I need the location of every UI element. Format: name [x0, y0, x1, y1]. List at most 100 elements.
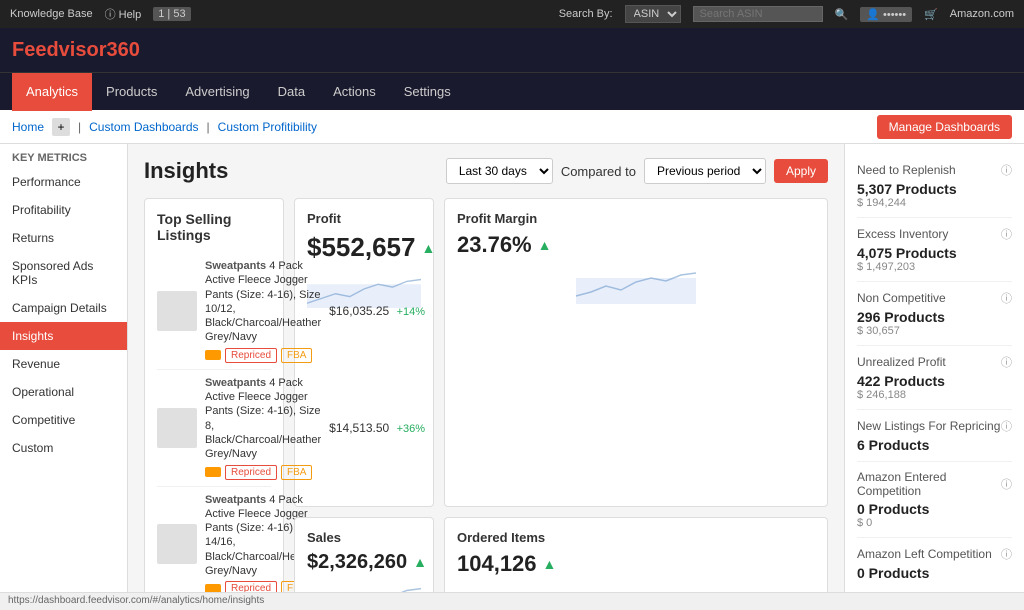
insight-amazon-entered-title: Amazon Entered Competition ⓘ	[857, 470, 1012, 498]
top-bar-right: Search By: ASIN 🔍 👤 •••••• 🛒 Amazon.com	[559, 5, 1014, 23]
listing-price: $14,513.50 +36%	[329, 421, 425, 435]
insight-excess-inventory[interactable]: Excess Inventory ⓘ 4,075 Products $ 1,49…	[857, 218, 1012, 282]
info-icon[interactable]: ⓘ	[1001, 354, 1012, 370]
sidebar-item-sponsored-ads[interactable]: Sponsored Ads KPIs	[0, 252, 127, 294]
listing-info: Sweatpants 4 Pack Active Fleece Jogger P…	[205, 376, 321, 480]
period-select[interactable]: Previous period	[644, 158, 766, 184]
date-range-select[interactable]: Last 30 days	[446, 158, 553, 184]
insight-amazon-entered[interactable]: Amazon Entered Competition ⓘ 0 Products …	[857, 462, 1012, 538]
user-account[interactable]: 👤 ••••••	[860, 7, 912, 22]
amazon-entered-products: 0 Products	[857, 501, 1012, 517]
sales-metric-title: Sales	[307, 530, 421, 545]
sidebar-item-insights[interactable]: Insights	[0, 322, 127, 350]
info-icon[interactable]: ⓘ	[1001, 226, 1012, 242]
profit-title: Profit	[307, 211, 421, 226]
top-bar: Knowledge Base ⓘ Help 1 | 53 Search By: …	[0, 0, 1024, 28]
fba-tag: FBA	[281, 465, 312, 480]
logo-suffix: 360	[106, 39, 139, 61]
breadcrumb-home[interactable]: Home	[12, 120, 44, 134]
nav-actions[interactable]: Actions	[319, 73, 390, 111]
unrealized-profit-products: 422 Products	[857, 373, 1012, 389]
amazon-icon	[205, 350, 221, 360]
nav-analytics[interactable]: Analytics	[12, 73, 92, 111]
breadcrumb-custom-dashboards[interactable]: Custom Dashboards	[89, 120, 198, 134]
sidebar-item-competitive[interactable]: Competitive	[0, 406, 127, 434]
amazon-icon	[205, 584, 221, 592]
ordered-up-arrow: ▲	[543, 556, 557, 572]
need-replenish-sub: $ 194,244	[857, 197, 1012, 209]
sidebar-item-revenue[interactable]: Revenue	[0, 350, 127, 378]
sidebar-item-custom[interactable]: Custom	[0, 434, 127, 462]
listing-name: Sweatpants 4 Pack Active Fleece Jogger P…	[205, 376, 321, 462]
excess-inventory-products: 4,075 Products	[857, 245, 1012, 261]
knowledge-base-link[interactable]: Knowledge Base	[10, 8, 93, 20]
insight-non-competitive[interactable]: Non Competitive ⓘ 296 Products $ 30,657	[857, 282, 1012, 346]
breadcrumb-separator: |	[78, 120, 81, 134]
manage-dashboards-button[interactable]: Manage Dashboards	[877, 115, 1012, 139]
listing-name: Sweatpants 4 Pack Active Fleece Jogger P…	[205, 259, 321, 345]
notification-count: 1 | 53	[153, 7, 190, 21]
logo-bar: Feedvisor360	[0, 28, 1024, 72]
top-bar-left: Knowledge Base ⓘ Help 1 | 53	[10, 6, 191, 22]
insight-new-listings[interactable]: New Listings For Repricing ⓘ 6 Products	[857, 410, 1012, 462]
info-icon[interactable]: ⓘ	[1001, 162, 1012, 178]
sales-up-arrow: ▲	[413, 554, 427, 570]
sidebar-item-operational[interactable]: Operational	[0, 378, 127, 406]
listing-thumb	[157, 524, 197, 564]
listing-price: $16,035.25 +14%	[329, 304, 425, 318]
info-icon[interactable]: ⓘ	[1001, 290, 1012, 306]
nav-data[interactable]: Data	[264, 73, 319, 111]
profit-margin-title: Profit Margin	[457, 211, 815, 226]
listing-item[interactable]: Sweatpants 4 Pack Active Fleece Jogger P…	[157, 370, 271, 487]
logo[interactable]: Feedvisor360	[12, 39, 140, 62]
repriced-tag: Repriced	[225, 581, 277, 592]
sidebar: Key Metrics Performance Profitability Re…	[0, 144, 128, 592]
insight-need-replenish[interactable]: Need to Replenish ⓘ 5,307 Products $ 194…	[857, 154, 1012, 218]
right-panel: Need to Replenish ⓘ 5,307 Products $ 194…	[844, 144, 1024, 592]
apply-button[interactable]: Apply	[774, 159, 828, 183]
search-icon[interactable]: 🔍	[835, 8, 849, 21]
add-dashboard-button[interactable]: +	[52, 118, 70, 136]
insight-unrealized-profit-title: Unrealized Profit ⓘ	[857, 354, 1012, 370]
page-header: Insights Last 30 days Compared to Previo…	[144, 158, 828, 184]
listing-info: Sweatpants 4 Pack Active Fleece Jogger P…	[205, 259, 321, 363]
repriced-tag: Repriced	[225, 348, 277, 363]
sidebar-item-returns[interactable]: Returns	[0, 224, 127, 252]
search-input-top[interactable]	[693, 6, 823, 22]
sidebar-item-campaign-details[interactable]: Campaign Details	[0, 294, 127, 322]
help-link[interactable]: ⓘ Help	[105, 6, 142, 22]
insight-amazon-left[interactable]: Amazon Left Competition ⓘ 0 Products	[857, 538, 1012, 589]
unrealized-profit-sub: $ 246,188	[857, 389, 1012, 401]
excess-inventory-sub: $ 1,497,203	[857, 261, 1012, 273]
nav-advertising[interactable]: Advertising	[171, 73, 263, 111]
amazon-left-products: 0 Products	[857, 565, 1012, 581]
nav-products[interactable]: Products	[92, 73, 171, 111]
breadcrumb-separator2: |	[207, 120, 210, 134]
info-icon[interactable]: ⓘ	[1001, 418, 1012, 434]
info-icon[interactable]: ⓘ	[1001, 546, 1012, 562]
nav-settings[interactable]: Settings	[390, 73, 465, 111]
main-layout: Key Metrics Performance Profitability Re…	[0, 144, 1024, 592]
listing-item[interactable]: Sweatpants 4 Pack Active Fleece Jogger P…	[157, 487, 271, 592]
breadcrumb-custom-profitability[interactable]: Custom Profitibility	[218, 120, 317, 134]
non-competitive-sub: $ 30,657	[857, 325, 1012, 337]
sidebar-item-performance[interactable]: Performance	[0, 168, 127, 196]
status-url: https://dashboard.feedvisor.com/#/analyt…	[8, 595, 264, 606]
non-competitive-products: 296 Products	[857, 309, 1012, 325]
info-icon[interactable]: ⓘ	[1001, 476, 1012, 492]
listing-item[interactable]: Sweatpants 4 Pack Active Fleece Jogger P…	[157, 253, 271, 370]
profit-margin-value: 23.76% ▲	[457, 232, 815, 258]
top-listings-card: Top Selling Listings Sweatpants 4 Pack A…	[144, 198, 284, 592]
asin-select[interactable]: ASIN	[625, 5, 681, 23]
insight-non-competitive-title: Non Competitive ⓘ	[857, 290, 1012, 306]
new-listings-products: 6 Products	[857, 437, 1012, 453]
page-title: Insights	[144, 158, 228, 184]
breadcrumb-bar: Home + | Custom Dashboards | Custom Prof…	[0, 110, 1024, 144]
sidebar-item-profitability[interactable]: Profitability	[0, 196, 127, 224]
search-by-label: Search By:	[559, 8, 613, 20]
amazon-entered-sub: $ 0	[857, 517, 1012, 529]
margin-up-arrow: ▲	[538, 237, 552, 253]
amazon-icon	[205, 467, 221, 477]
insight-new-listings-title: New Listings For Repricing ⓘ	[857, 418, 1012, 434]
insight-unrealized-profit[interactable]: Unrealized Profit ⓘ 422 Products $ 246,1…	[857, 346, 1012, 410]
